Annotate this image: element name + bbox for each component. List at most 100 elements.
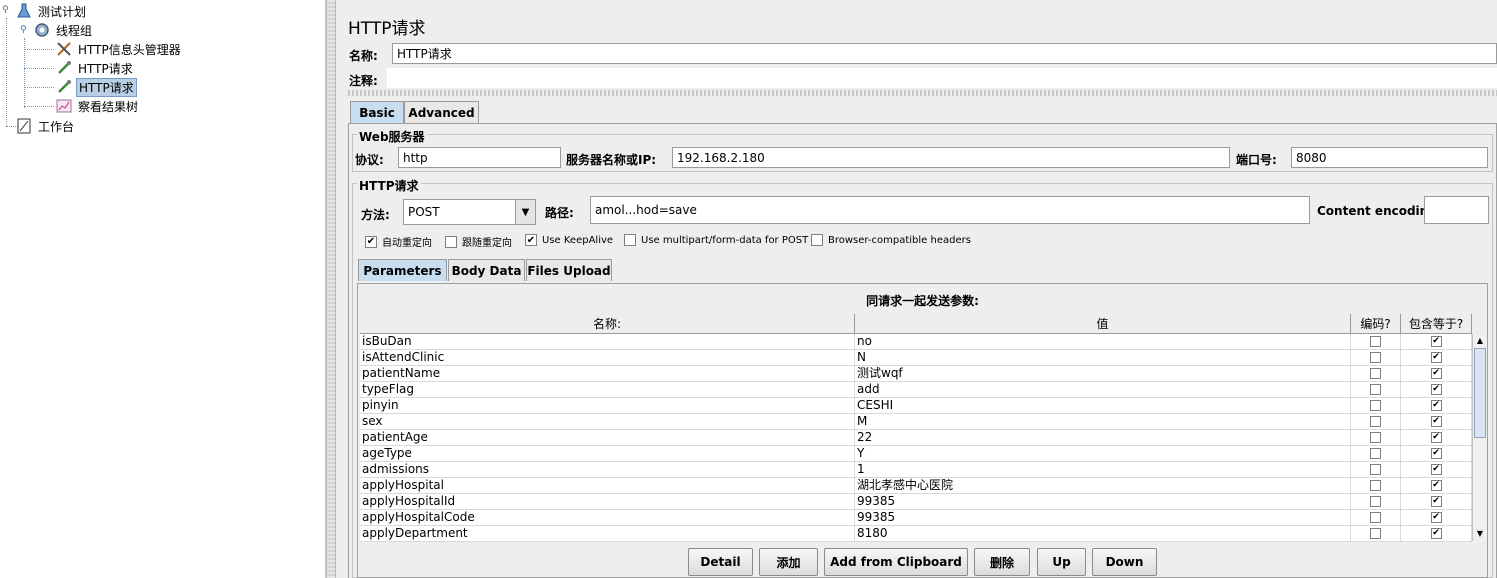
column-header-value[interactable]: 值 [855, 314, 1351, 333]
encode-checkbox[interactable] [1370, 384, 1381, 395]
param-name-cell[interactable]: patientAge [360, 430, 855, 445]
scroll-up-icon[interactable]: ▲ [1473, 334, 1487, 348]
param-name-cell[interactable]: isBuDan [360, 334, 855, 349]
path-field[interactable]: amol...hod=save [590, 196, 1310, 224]
down-button[interactable]: Down [1092, 548, 1157, 576]
table-row[interactable]: patientName 测试wqf ✔ [360, 366, 1472, 382]
encode-checkbox[interactable] [1370, 416, 1381, 427]
encode-checkbox[interactable] [1370, 432, 1381, 443]
checkbox[interactable] [445, 235, 457, 248]
param-value-cell[interactable]: 1 [855, 462, 1351, 477]
include-equals-checkbox[interactable]: ✔ [1430, 512, 1442, 523]
param-value-cell[interactable]: N [855, 350, 1351, 365]
divider-grip[interactable] [348, 90, 1497, 96]
encode-checkbox[interactable] [1370, 464, 1381, 475]
browser-headers-option[interactable]: Browser-compatible headers [811, 234, 971, 246]
include-equals-checkbox[interactable]: ✔ [1430, 368, 1442, 379]
follow-redirect-option[interactable]: 跟随重定向 [445, 234, 512, 249]
table-row[interactable]: admissions 1 ✔ [360, 462, 1472, 478]
encode-checkbox[interactable] [1370, 496, 1381, 507]
param-value-cell[interactable]: add [855, 382, 1351, 397]
param-name-cell[interactable]: pinyin [360, 398, 855, 413]
param-name-cell[interactable]: ageType [360, 446, 855, 461]
up-button[interactable]: Up [1037, 548, 1086, 576]
param-value-cell[interactable]: CESHI [855, 398, 1351, 413]
encode-checkbox[interactable] [1370, 368, 1381, 379]
collapse-icon[interactable]: ⚲ [20, 26, 29, 35]
checkbox[interactable]: ✔ [365, 235, 377, 248]
encode-checkbox[interactable] [1370, 352, 1381, 363]
scroll-thumb[interactable] [1474, 348, 1486, 438]
keepalive-option[interactable]: ✔ Use KeepAlive [525, 234, 613, 246]
detail-button[interactable]: Detail [688, 548, 753, 576]
method-select[interactable]: POST ▼ [403, 199, 536, 225]
test-plan-tree[interactable]: ⚲ ⚲ 测试计划 线程组 HTTP信息头管理器 HTTP请求 HTTP请求 察看… [0, 0, 326, 578]
multipart-option[interactable]: Use multipart/form-data for POST [624, 234, 808, 246]
tab-files-upload[interactable]: Files Upload [526, 259, 612, 281]
tree-node-thread-group[interactable]: 线程组 [34, 21, 94, 39]
table-row[interactable]: applyDepartment 8180 ✔ [360, 526, 1472, 542]
param-value-cell[interactable]: Y [855, 446, 1351, 461]
tree-node-http-request-2[interactable]: HTTP请求 [56, 77, 137, 97]
vertical-scrollbar[interactable]: ▲ ▼ [1472, 334, 1487, 541]
split-pane-divider[interactable] [326, 0, 336, 578]
tab-basic[interactable]: Basic [350, 101, 404, 123]
collapse-icon[interactable]: ⚲ [2, 6, 11, 15]
table-row[interactable]: pinyin CESHI ✔ [360, 398, 1472, 414]
include-equals-checkbox[interactable]: ✔ [1430, 464, 1442, 475]
param-value-cell[interactable]: 99385 [855, 510, 1351, 525]
param-name-cell[interactable]: typeFlag [360, 382, 855, 397]
encode-checkbox[interactable] [1370, 336, 1381, 347]
port-field[interactable]: 8080 [1291, 147, 1488, 168]
parameters-table[interactable]: 名称: 值 编码? 包含等于? isBuDan no ✔ isAttendClinic… [360, 314, 1472, 542]
content-encoding-field[interactable] [1424, 196, 1489, 224]
param-value-cell[interactable]: no [855, 334, 1351, 349]
table-row[interactable]: sex M ✔ [360, 414, 1472, 430]
param-name-cell[interactable]: admissions [360, 462, 855, 477]
checkbox[interactable]: ✔ [525, 234, 537, 246]
auto-redirect-option[interactable]: ✔ 自动重定向 [365, 234, 432, 249]
column-header-encode[interactable]: 编码? [1351, 314, 1401, 333]
checkbox[interactable] [624, 234, 636, 246]
column-header-name[interactable]: 名称: [360, 314, 855, 333]
encode-checkbox[interactable] [1370, 528, 1381, 539]
param-name-cell[interactable]: applyHospitalCode [360, 510, 855, 525]
encode-checkbox[interactable] [1370, 480, 1381, 491]
scroll-down-icon[interactable]: ▼ [1473, 527, 1487, 541]
table-row[interactable]: ageType Y ✔ [360, 446, 1472, 462]
param-value-cell[interactable]: M [855, 414, 1351, 429]
tab-body-data[interactable]: Body Data [448, 259, 525, 281]
checkbox[interactable] [811, 234, 823, 246]
include-equals-checkbox[interactable]: ✔ [1430, 400, 1442, 411]
param-name-cell[interactable]: applyDepartment [360, 526, 855, 541]
name-field[interactable]: HTTP请求 [392, 43, 1497, 64]
table-row[interactable]: applyHospitalCode 99385 ✔ [360, 510, 1472, 526]
tab-parameters[interactable]: Parameters [358, 259, 447, 281]
tree-node-workbench[interactable]: 工作台 [16, 117, 76, 135]
delete-button[interactable]: 删除 [974, 548, 1030, 576]
include-equals-checkbox[interactable]: ✔ [1430, 432, 1442, 443]
add-from-clipboard-button[interactable]: Add from Clipboard [824, 548, 968, 576]
include-equals-checkbox[interactable]: ✔ [1430, 336, 1442, 347]
param-name-cell[interactable]: applyHospital [360, 478, 855, 493]
param-value-cell[interactable]: 8180 [855, 526, 1351, 541]
param-value-cell[interactable]: 99385 [855, 494, 1351, 509]
include-equals-checkbox[interactable]: ✔ [1430, 448, 1442, 459]
include-equals-checkbox[interactable]: ✔ [1430, 384, 1442, 395]
protocol-field[interactable]: http [398, 147, 561, 168]
param-value-cell[interactable]: 测试wqf [855, 366, 1351, 381]
table-row[interactable]: isBuDan no ✔ [360, 334, 1472, 350]
table-row[interactable]: applyHospital 湖北孝感中心医院 ✔ [360, 478, 1472, 494]
param-name-cell[interactable]: applyHospitalId [360, 494, 855, 509]
tab-advanced[interactable]: Advanced [404, 101, 479, 123]
add-button[interactable]: 添加 [759, 548, 818, 576]
tree-node-test-plan[interactable]: 测试计划 [16, 2, 88, 20]
include-equals-checkbox[interactable]: ✔ [1430, 352, 1442, 363]
include-equals-checkbox[interactable]: ✔ [1430, 496, 1442, 507]
encode-checkbox[interactable] [1370, 400, 1381, 411]
param-name-cell[interactable]: patientName [360, 366, 855, 381]
param-value-cell[interactable]: 湖北孝感中心医院 [855, 478, 1351, 493]
tree-node-header-manager[interactable]: HTTP信息头管理器 [56, 40, 183, 58]
encode-checkbox[interactable] [1370, 512, 1381, 523]
include-equals-checkbox[interactable]: ✔ [1430, 480, 1442, 491]
